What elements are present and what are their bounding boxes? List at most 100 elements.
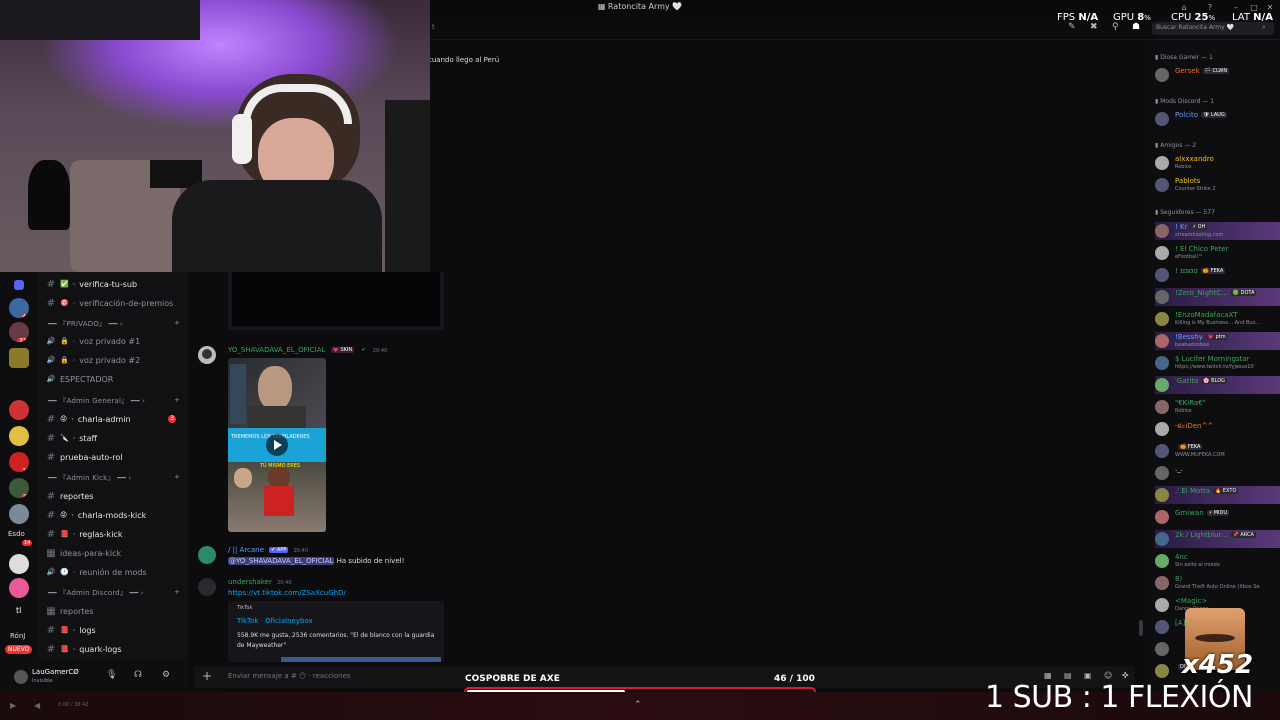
channel-item[interactable]: # 📕 · logs [46, 622, 96, 638]
member-avatar[interactable] [1155, 422, 1169, 436]
channel-item[interactable]: # prueba-auto-rol [46, 449, 123, 465]
channel-item[interactable]: 🔊 ESPECTADOR [46, 371, 114, 387]
play-icon[interactable] [266, 434, 288, 456]
search-input[interactable]: Buscar Ratoncita Army 🤍 ⌕ [1152, 22, 1274, 35]
add-channel-icon[interactable]: + [174, 319, 180, 327]
server-icon[interactable] [9, 578, 29, 598]
server-label[interactable]: RónJ [10, 632, 25, 640]
member-row[interactable]: Gmiwan ⚡ MIDU [1155, 508, 1280, 526]
channel-item[interactable]: # reportes [46, 488, 94, 504]
emoji-icon[interactable]: ☺ [1104, 671, 1112, 680]
server-icon[interactable] [9, 426, 29, 446]
channel-category[interactable]: ━━ 『Admin General』 ━━ › + [48, 396, 180, 406]
member-avatar[interactable] [1155, 554, 1169, 568]
volume-icon[interactable]: ◀ [34, 701, 40, 710]
member-row[interactable]: "€KiRa€" Roblox [1155, 398, 1280, 416]
sticker-icon[interactable]: ▣ [1084, 671, 1092, 680]
server-icon[interactable]: 23 [9, 478, 29, 498]
member-avatar[interactable] [1155, 268, 1169, 282]
video-thumbnail[interactable]: TREMEMOS LOS TEMBLADERES TÚ MISMO ERES [228, 358, 326, 532]
embed-title[interactable]: TikTok · Oficialneybox [237, 617, 313, 625]
member-row[interactable]: !Zero_NightC... 🟢 DOTA [1155, 288, 1280, 306]
microphone-icon[interactable]: 🎙 [106, 670, 117, 680]
member-row[interactable]: $ Lucifer Morningstar https://www.twitch.… [1155, 354, 1280, 372]
server-icon[interactable]: 44 [9, 298, 29, 318]
server-label[interactable]: tl [16, 606, 21, 615]
chevron-up-icon[interactable]: ⌃ [634, 700, 642, 710]
user-avatar[interactable] [14, 670, 28, 684]
channel-category[interactable]: ━━ 『Admin Discord』 ━━ › + [48, 588, 180, 598]
member-avatar[interactable] [1155, 290, 1169, 304]
server-icon[interactable] [9, 554, 29, 574]
member-avatar[interactable] [1155, 156, 1169, 170]
channel-category[interactable]: ━━ 『PRIVADO』 ━━ › + [48, 319, 180, 329]
member-row[interactable]: !EnzoMadafacaXT Killing is My Business...… [1155, 310, 1280, 328]
channel-item[interactable]: ▦ ideas-para-kick [46, 545, 121, 561]
member-row[interactable]: 4nc Sin exito al miedo [1155, 552, 1280, 570]
channel-item[interactable]: # 😡 · charla-mods-kick [46, 507, 146, 523]
member-row[interactable]: Pablots Counter-Strike 2 [1155, 176, 1280, 194]
member-avatar[interactable] [1155, 620, 1169, 634]
bot-avatar[interactable] [198, 546, 216, 564]
gift-icon[interactable]: ▦ [1044, 671, 1052, 680]
headphones-icon[interactable]: ☊ [134, 670, 142, 680]
avatar[interactable] [198, 578, 216, 596]
server-icon[interactable] [9, 400, 29, 420]
avatar[interactable] [198, 346, 216, 364]
member-row[interactable]: 2k / Lightblur... 📌 ARCA [1155, 530, 1280, 548]
member-avatar[interactable] [1155, 532, 1169, 546]
add-channel-icon[interactable]: + [174, 473, 180, 481]
author-name[interactable]: undershaker [228, 578, 272, 586]
member-row[interactable]: alxxxandro Roblox [1155, 154, 1280, 172]
channel-item[interactable]: # ✅ · verifica-tu-sub [46, 276, 137, 292]
server-icon[interactable] [9, 504, 29, 524]
message-link[interactable]: https://vt.tiktok.com/ZSaXcuGhD/ [228, 589, 346, 597]
member-row[interactable]: ! El Chico Peter eFootball™ [1155, 244, 1280, 262]
member-avatar[interactable] [1155, 488, 1169, 502]
apps-icon[interactable]: ✜ [1122, 671, 1129, 680]
member-avatar[interactable] [1155, 664, 1169, 678]
member-row[interactable]: 🍊 FEKA WWW.MUFEKA.COM [1155, 442, 1280, 460]
member-avatar[interactable] [1155, 112, 1169, 126]
message-author[interactable]: / || Arcane ✔ APP 20:40 [228, 546, 308, 554]
message-author[interactable]: undershaker 20:40 [228, 578, 292, 586]
member-avatar[interactable] [1155, 444, 1169, 458]
server-icon[interactable] [9, 348, 29, 368]
channel-item[interactable]: ▦ reportes [46, 603, 93, 619]
member-row[interactable]: Polcito 🛡 LAUG [1155, 110, 1280, 128]
member-avatar[interactable] [1155, 334, 1169, 348]
user-mention[interactable]: @YO_SHAVADAVA_EL_OFICIAL [228, 557, 335, 565]
member-avatar[interactable] [1155, 400, 1169, 414]
author-name[interactable]: / || Arcane [228, 546, 264, 554]
member-avatar[interactable] [1155, 466, 1169, 480]
add-channel-icon[interactable]: + [174, 588, 180, 596]
member-row[interactable]: Gersek 🏳 CLWN [1155, 66, 1280, 84]
member-row[interactable]: .'.El Motta 🔥 EXTO [1155, 486, 1280, 504]
channel-item[interactable]: # 🎯 · verificación-de-premios [46, 295, 174, 311]
member-avatar[interactable] [1155, 642, 1169, 656]
channel-item[interactable]: # 📕 · quark-logs [46, 641, 122, 657]
member-avatar[interactable] [1155, 68, 1169, 82]
member-avatar[interactable] [1155, 510, 1169, 524]
channel-category[interactable]: ━━ 『Admin Kick』 ━━ › + [48, 473, 180, 483]
threads-icon[interactable]: ✎ [1068, 22, 1076, 32]
member-row[interactable]: ! Kr ⚡ OH streamhosting.com [1155, 222, 1280, 240]
username[interactable]: LauGamerCØ [32, 668, 79, 676]
member-avatar[interactable] [1155, 576, 1169, 590]
member-row[interactable]: -ฝะiDen^^ [1155, 420, 1280, 438]
channel-item[interactable]: # 😡 · charla-admin [46, 411, 131, 427]
server-icon[interactable]: 19 [9, 452, 29, 472]
channel-item[interactable]: 🔊 🕐 · reunión de mods [46, 564, 147, 580]
author-name[interactable]: YO_SHAVADAVA_EL_OFICIAL [228, 346, 325, 354]
channel-item[interactable]: 🔊 🔒 · voz privado #1 [46, 333, 141, 349]
channel-item[interactable]: # 🔪 · staff [46, 430, 97, 446]
server-icon[interactable]: 326 [9, 322, 29, 342]
add-channel-icon[interactable]: + [174, 396, 180, 404]
member-row[interactable]: 'Gatito 🌸 BLOG [1155, 376, 1280, 394]
channel-item[interactable]: 🔊 🔒 · voz privado #2 [46, 352, 141, 368]
member-avatar[interactable] [1155, 312, 1169, 326]
member-row[interactable]: 8) Grand Theft Auto Online (Xbox Se [1155, 574, 1280, 592]
server-label[interactable]: Esdo [8, 530, 25, 538]
channel-item[interactable]: # 📕 · reglas-kick [46, 526, 123, 542]
settings-icon[interactable]: ⚙ [162, 670, 170, 680]
